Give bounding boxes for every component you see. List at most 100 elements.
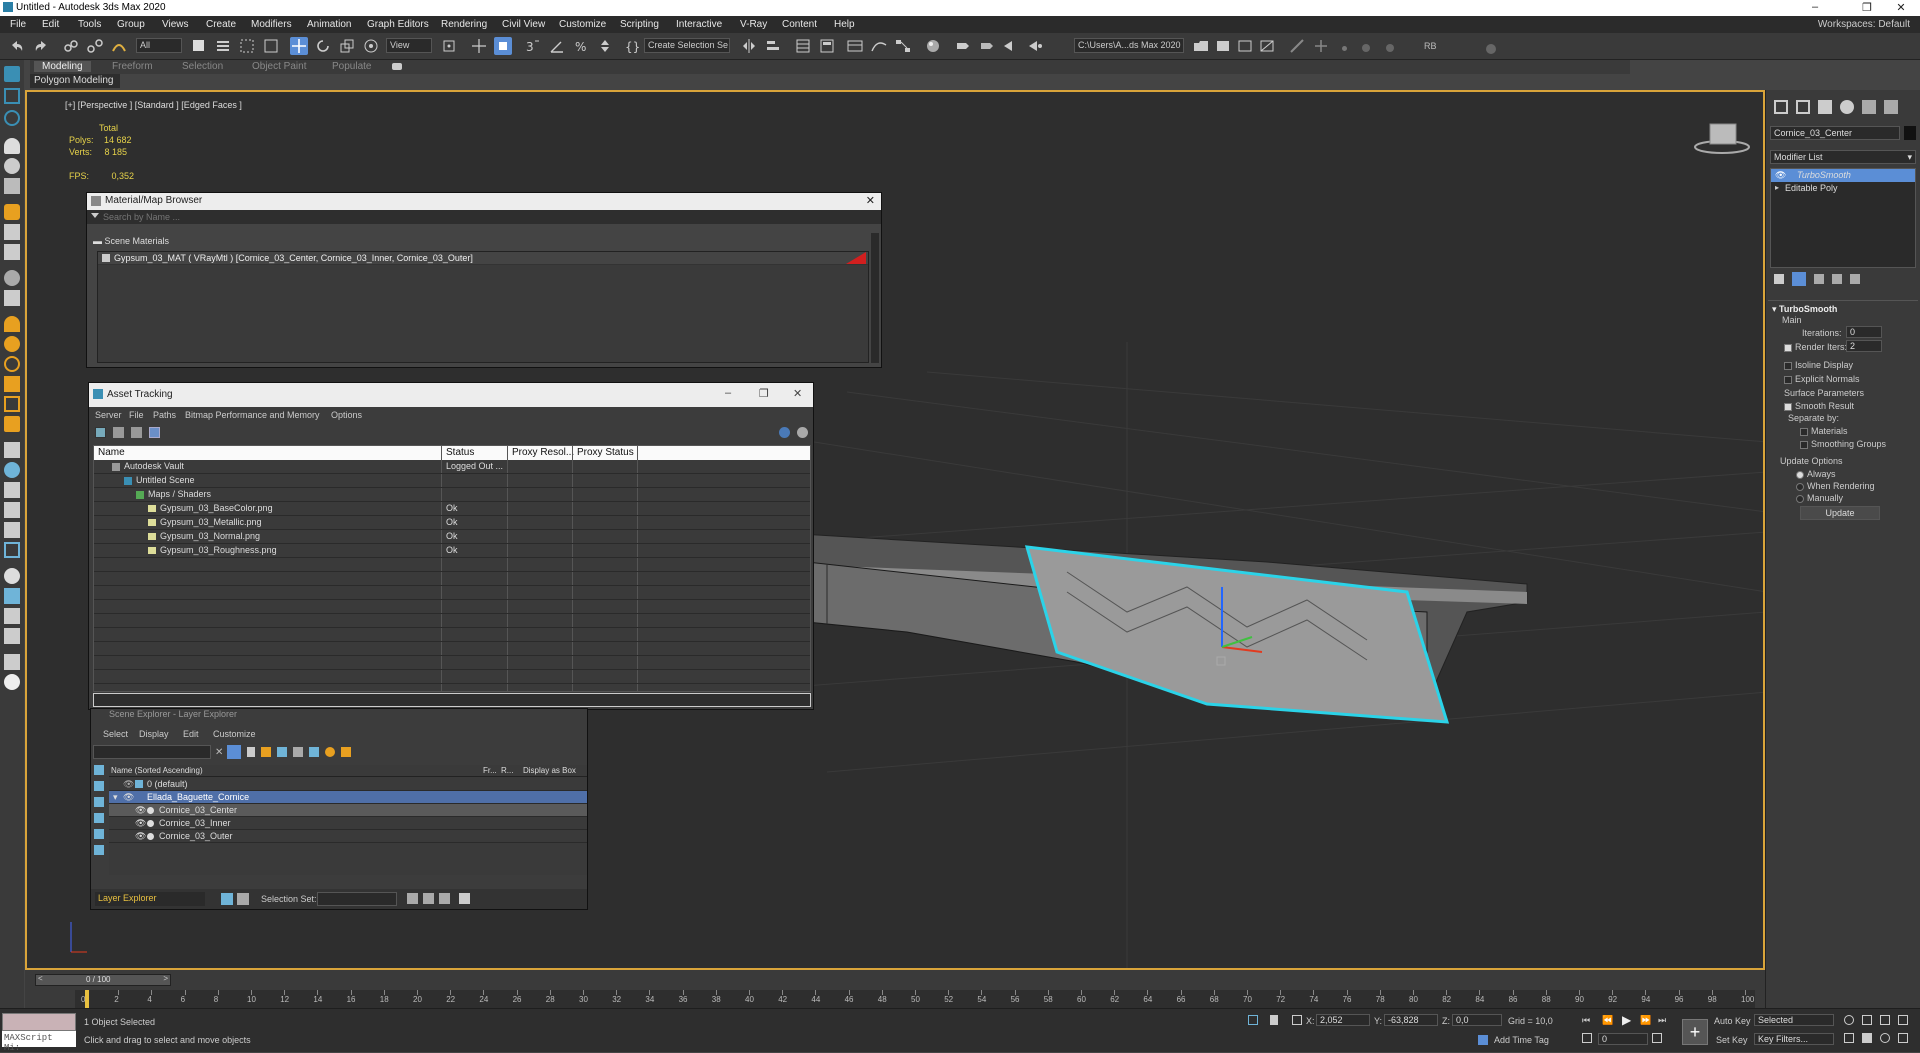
hand-icon[interactable] [4,522,20,538]
pin-icon[interactable] [237,893,249,905]
highlight-icon[interactable] [341,747,351,757]
maxscript-mini-listener[interactable]: MAXScript Mi: [2,1031,76,1053]
pan-icon[interactable] [1862,1033,1872,1043]
vray-lights-icon[interactable] [1258,37,1276,55]
key-mode-icon[interactable] [1582,1033,1592,1043]
modify-tab-icon[interactable] [1796,100,1810,114]
biped-icon[interactable] [4,502,20,518]
at-menu-server[interactable]: Server [95,410,122,420]
project-path-dropdown[interactable]: C:\Users\A...ds Max 2020 [1074,38,1184,53]
viewport-label[interactable]: [+] [Perspective ] [Standard ] [Edged Fa… [65,100,242,110]
ribbon-toggle-icon[interactable] [846,37,864,55]
layers-icon[interactable] [309,747,319,757]
box-icon[interactable] [4,178,20,194]
col-freeze[interactable]: Fr... [483,766,497,775]
named-selection-dropdown[interactable]: Create Selection Se [644,38,730,53]
tab-selection[interactable]: Selection [182,61,223,72]
explicit-normals-checkbox[interactable]: Explicit Normals [1784,374,1860,384]
menu-civil-view[interactable]: Civil View [502,19,545,30]
table-row[interactable]: Gypsum_03_Metallic.png Ok [94,516,810,530]
key-filters-button[interactable]: Key Filters... [1754,1033,1834,1045]
material-browser-scrollbar[interactable] [871,233,879,363]
table-row[interactable]: Gypsum_03_Roughness.png Ok [94,544,810,558]
teapot-icon[interactable] [4,138,20,154]
menu-views[interactable]: Views [162,19,189,30]
snaps-toggle-icon[interactable]: 3 [524,37,542,55]
spacewarp-icon[interactable] [4,462,20,478]
render-production-icon[interactable] [1002,37,1020,55]
bind-space-warp-icon[interactable] [110,37,128,55]
undo-icon[interactable] [8,37,26,55]
field-of-view-icon[interactable] [1844,1033,1854,1043]
table-row[interactable]: Untitled Scene [94,474,810,488]
layer-hierarchy-icon[interactable] [293,747,303,757]
col-render[interactable]: R... [501,766,513,775]
stack-item-editable-poly[interactable]: Editable Poly [1771,182,1915,195]
motion-tab-icon[interactable] [1840,100,1854,114]
cylinder-icon[interactable] [4,224,20,240]
expand-icon[interactable]: ▸ [1775,183,1779,192]
search-dropdown-icon[interactable] [91,213,99,218]
auto-key-button[interactable]: Auto Key [1714,1016,1751,1026]
hierarchy-tab-icon[interactable] [1818,100,1832,114]
project-folder-icon[interactable] [1192,37,1210,55]
configure-sets-icon[interactable] [1850,274,1860,284]
dot-icon[interactable] [1342,46,1347,51]
select-object-icon[interactable] [190,37,208,55]
keyboard-shortcut-override-icon[interactable] [494,37,512,55]
col-status[interactable]: Status [446,447,474,458]
menu-file[interactable]: File [10,19,26,30]
update-button[interactable]: Update [1800,506,1880,520]
scene-explorer-search-input[interactable] [93,745,211,759]
z-coordinate-field[interactable]: 0,0 [1452,1014,1502,1026]
vray-logo-icon[interactable] [4,674,20,690]
render-iters-checkbox[interactable]: Render Iters: [1784,342,1847,352]
material-browser-close-button[interactable]: ✕ [866,194,875,207]
vray-crosshair-icon[interactable] [1312,37,1330,55]
col-layer-name[interactable]: Name (Sorted Ascending) [111,766,203,775]
dot-icon[interactable] [1486,44,1496,54]
menu-modifiers[interactable]: Modifiers [251,19,292,30]
scale-icon[interactable] [338,37,356,55]
rotate-icon[interactable] [314,37,332,55]
make-unique-icon[interactable] [1814,274,1824,284]
tube-icon[interactable] [4,244,20,260]
remove-modifier-icon[interactable] [1832,274,1842,284]
table-row[interactable]: Gypsum_03_Normal.png Ok [94,530,810,544]
stack-item-turbosmooth[interactable]: TurboSmooth [1771,169,1915,182]
render-setup-icon[interactable] [954,37,972,55]
orbit-icon[interactable] [1880,1033,1890,1043]
list-view-icon[interactable] [113,427,124,438]
curve-editor-icon[interactable] [870,37,888,55]
materials-checkbox[interactable]: Materials [1800,426,1848,436]
vray-ambient-icon[interactable] [4,416,20,432]
mirror-icon[interactable] [740,37,758,55]
current-frame-field[interactable]: 0 [1598,1033,1648,1045]
pivot-icon[interactable] [440,37,458,55]
show-end-result-icon[interactable] [1792,272,1806,286]
systems-icon[interactable] [4,482,20,498]
col-display-as-box[interactable]: Display as Box [523,766,576,775]
isolate-icon[interactable] [1248,1015,1258,1025]
current-frame-marker[interactable] [85,990,89,1008]
group-icon[interactable] [4,588,20,604]
render-iters-spinner[interactable]: 2 [1846,340,1882,352]
asset-tracking-close-button[interactable]: ✕ [793,387,802,400]
menu-help[interactable]: Help [834,19,855,30]
plane-icon[interactable] [4,204,20,220]
vray-sun-icon[interactable] [4,336,20,352]
at-menu-bitmap[interactable]: Bitmap Performance and Memory [185,410,320,420]
menu-vray[interactable]: V-Ray [740,19,767,30]
selection-set-dropdown[interactable] [317,892,397,906]
list-item[interactable]: 👁 Cornice_03_Outer [109,830,587,843]
tab-freeform[interactable]: Freeform [112,61,153,72]
dot-icon[interactable] [1386,44,1394,52]
table-row[interactable]: Autodesk Vault Logged Out ... [94,460,810,474]
manually-radio[interactable]: Manually [1796,493,1843,503]
move-icon[interactable] [290,37,308,55]
sphere-icon[interactable] [4,158,20,174]
placement-icon[interactable] [362,37,380,55]
layer-mode-icon[interactable] [221,893,233,905]
menu-edit[interactable]: Edit [42,19,59,30]
zoom-all-icon[interactable] [1862,1015,1872,1025]
